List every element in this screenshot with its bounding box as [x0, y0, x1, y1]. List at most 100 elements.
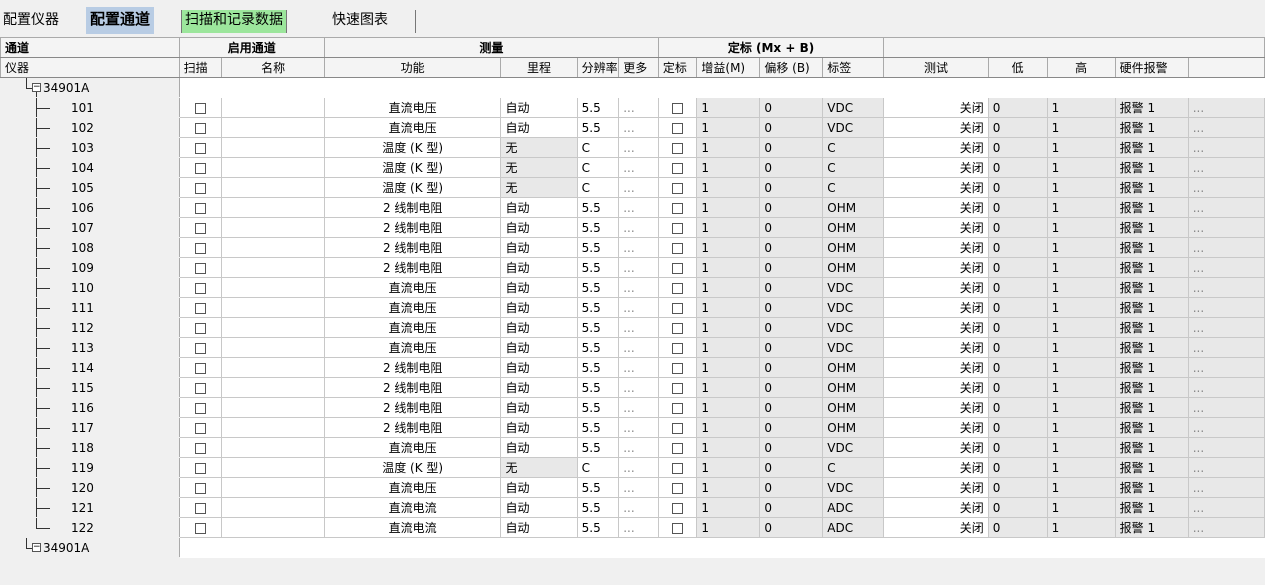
resolution-cell[interactable]: 5.5 [576, 397, 620, 418]
resolution-cell[interactable]: C [576, 157, 620, 178]
scaling-cell[interactable] [657, 457, 698, 478]
table-row[interactable]: 121 直流电流 自动 5.5... 1 0 ADC 关闭 0 1 报警 1... [0, 497, 1265, 518]
label-cell[interactable]: OHM [822, 357, 885, 378]
scan-cell[interactable] [178, 397, 223, 418]
table-row[interactable]: 118 直流电压 自动 5.5... 1 0 VDC 关闭 0 1 报警 1... [0, 437, 1265, 458]
scaling-cell[interactable] [657, 197, 698, 218]
range-cell[interactable]: 自动 [500, 117, 578, 138]
high-cell[interactable]: 1 [1046, 357, 1116, 378]
high-cell[interactable]: 1 [1046, 217, 1116, 238]
scan-checkbox[interactable] [194, 322, 206, 334]
name-cell[interactable] [221, 157, 325, 178]
table-row[interactable]: 106 2 线制电阻 自动 5.5... 1 0 OHM 关闭 0 1 报警 1... [0, 197, 1265, 218]
gain-cell[interactable]: 1 [696, 497, 761, 518]
scaling-cell[interactable] [657, 117, 698, 138]
resolution-cell[interactable]: 5.5 [576, 337, 620, 358]
scaling-checkbox[interactable] [672, 262, 684, 274]
gain-cell[interactable]: 1 [696, 337, 761, 358]
scaling-checkbox[interactable] [672, 442, 684, 454]
channel-node[interactable]: 114 [0, 357, 180, 378]
name-cell[interactable] [221, 177, 325, 198]
gain-cell[interactable]: 1 [696, 437, 761, 458]
test-cell[interactable]: 关闭 [883, 177, 989, 198]
offset-cell[interactable]: 0 [759, 297, 824, 318]
resolution-cell[interactable]: 5.5 [576, 377, 620, 398]
gain-cell[interactable]: 1 [696, 117, 761, 138]
scaling-checkbox[interactable] [672, 162, 684, 174]
function-cell[interactable]: 2 线制电阻 [323, 197, 502, 218]
test-cell[interactable]: 关闭 [883, 117, 989, 138]
offset-cell[interactable]: 0 [759, 197, 824, 218]
name-cell[interactable] [221, 197, 325, 218]
alarm-more-button[interactable]: ... [1187, 277, 1265, 298]
resolution-cell[interactable]: 5.5 [576, 317, 620, 338]
resolution-cell[interactable]: 5.5 [576, 477, 620, 498]
scaling-checkbox[interactable] [672, 462, 684, 474]
scan-checkbox[interactable] [194, 502, 206, 514]
gain-cell[interactable]: 1 [696, 457, 761, 478]
range-cell[interactable]: 自动 [500, 397, 578, 418]
test-cell[interactable]: 关闭 [883, 257, 989, 278]
low-cell[interactable]: 0 [987, 217, 1048, 238]
more-button[interactable]: ... [618, 237, 659, 258]
range-cell[interactable]: 自动 [500, 337, 578, 358]
scaling-cell[interactable] [657, 297, 698, 318]
table-row[interactable]: 115 2 线制电阻 自动 5.5... 1 0 OHM 关闭 0 1 报警 1... [0, 377, 1265, 398]
more-button[interactable]: ... [618, 337, 659, 358]
tab-configure-instrument[interactable]: 配置仪器 [0, 10, 62, 33]
offset-cell[interactable]: 0 [759, 257, 824, 278]
table-row[interactable]: 101 直流电压 自动 5.5... 1 0 VDC 关闭 0 1 报警 1... [0, 97, 1265, 118]
range-cell[interactable]: 自动 [500, 497, 578, 518]
offset-cell[interactable]: 0 [759, 177, 824, 198]
resolution-cell[interactable]: 5.5 [576, 237, 620, 258]
low-cell[interactable]: 0 [987, 377, 1048, 398]
gain-cell[interactable]: 1 [696, 477, 761, 498]
test-cell[interactable]: 关闭 [883, 137, 989, 158]
test-cell[interactable]: 关闭 [883, 217, 989, 238]
low-cell[interactable]: 0 [987, 517, 1048, 538]
test-cell[interactable]: 关闭 [883, 297, 989, 318]
scaling-checkbox[interactable] [672, 422, 684, 434]
col-resolution[interactable]: 分辨率 [576, 57, 620, 78]
test-cell[interactable]: 关闭 [883, 477, 989, 498]
test-cell[interactable]: 关闭 [883, 377, 989, 398]
scan-cell[interactable] [178, 97, 223, 118]
alarm-more-button[interactable]: ... [1187, 137, 1265, 158]
alarm-more-button[interactable]: ... [1187, 357, 1265, 378]
channel-node[interactable]: 105 [0, 177, 180, 198]
scan-cell[interactable] [178, 357, 223, 378]
function-cell[interactable]: 2 线制电阻 [323, 357, 502, 378]
label-cell[interactable]: C [822, 137, 885, 158]
low-cell[interactable]: 0 [987, 157, 1048, 178]
table-row[interactable]: 111 直流电压 自动 5.5... 1 0 VDC 关闭 0 1 报警 1... [0, 297, 1265, 318]
channel-node[interactable]: 110 [0, 277, 180, 298]
alarm-more-button[interactable]: ... [1187, 437, 1265, 458]
alarm-more-button[interactable]: ... [1187, 257, 1265, 278]
function-cell[interactable]: 直流电压 [323, 477, 502, 498]
low-cell[interactable]: 0 [987, 137, 1048, 158]
test-cell[interactable]: 关闭 [883, 457, 989, 478]
low-cell[interactable]: 0 [987, 117, 1048, 138]
offset-cell[interactable]: 0 [759, 497, 824, 518]
range-cell[interactable]: 自动 [500, 217, 578, 238]
scan-cell[interactable] [178, 277, 223, 298]
label-cell[interactable]: C [822, 157, 885, 178]
more-button[interactable]: ... [618, 397, 659, 418]
test-cell[interactable]: 关闭 [883, 197, 989, 218]
label-cell[interactable]: VDC [822, 437, 885, 458]
low-cell[interactable]: 0 [987, 257, 1048, 278]
scan-checkbox[interactable] [194, 442, 206, 454]
channel-node[interactable]: 118 [0, 437, 180, 458]
function-cell[interactable]: 直流电流 [323, 497, 502, 518]
channel-node[interactable]: 116 [0, 397, 180, 418]
scaling-cell[interactable] [657, 517, 698, 538]
range-cell[interactable]: 自动 [500, 477, 578, 498]
name-cell[interactable] [221, 477, 325, 498]
test-cell[interactable]: 关闭 [883, 157, 989, 178]
channel-node[interactable]: 117 [0, 417, 180, 438]
offset-cell[interactable]: 0 [759, 397, 824, 418]
alarm-more-button[interactable]: ... [1187, 177, 1265, 198]
resolution-cell[interactable]: 5.5 [576, 357, 620, 378]
range-cell[interactable]: 自动 [500, 417, 578, 438]
hw-alarm-cell[interactable]: 报警 1 [1114, 377, 1189, 398]
